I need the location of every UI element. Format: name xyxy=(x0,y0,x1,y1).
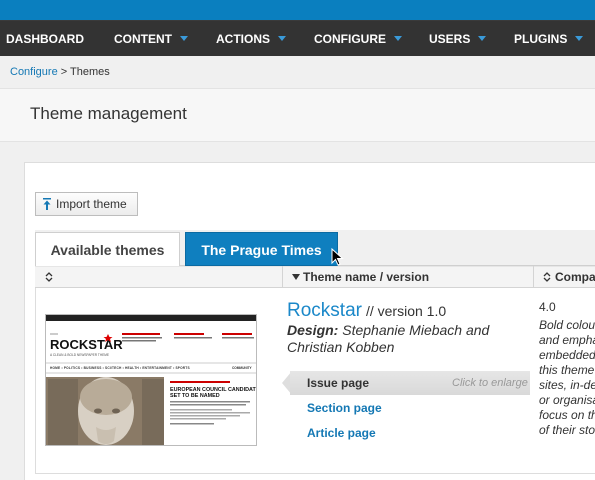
main-nav: DASHBOARD CONTENT ACTIONS CONFIGURE USER… xyxy=(0,20,595,56)
sort-icon[interactable] xyxy=(543,272,551,282)
nav-dashboard-label: DASHBOARD xyxy=(6,32,84,46)
compat-desc-line: of their sto xyxy=(539,423,595,437)
tab-the-prague-times-label: The Prague Times xyxy=(201,242,322,258)
nav-users-label: USERS xyxy=(429,32,471,46)
column-separator xyxy=(282,266,283,288)
compat-desc-line: embedded xyxy=(539,348,595,362)
nav-actions-label: ACTIONS xyxy=(216,32,270,46)
sort-icon[interactable] xyxy=(45,272,53,282)
compat-desc-line: Bold colou xyxy=(539,318,595,332)
mouse-cursor-icon xyxy=(331,248,344,266)
svg-text:COMMUNITY: COMMUNITY xyxy=(232,366,253,370)
chevron-down-icon xyxy=(394,36,402,42)
section-page-link[interactable]: Section page xyxy=(307,401,382,415)
nav-actions[interactable]: ACTIONS xyxy=(216,21,286,57)
tab-available-themes-label: Available themes xyxy=(50,242,165,258)
svg-text:SET TO BE NAMED: SET TO BE NAMED xyxy=(170,393,220,399)
theme-version: // version 1.0 xyxy=(365,303,447,319)
nav-content-label: CONTENT xyxy=(114,32,172,46)
thumbnail-masthead: ROCKSTAR xyxy=(50,337,123,352)
column-header-compatibility[interactable]: Compa xyxy=(555,266,595,288)
breadcrumb-configure-link[interactable]: Configure xyxy=(10,66,58,78)
chevron-down-icon xyxy=(575,36,584,42)
click-to-enlarge-hint: Click to enlarge xyxy=(452,377,528,389)
column-separator xyxy=(533,266,534,288)
compat-desc-line: focus on th xyxy=(539,408,595,422)
column-header-compatibility-label: Compa xyxy=(555,270,595,284)
svg-text:HOME • POLITICS • BUSINESS • S: HOME • POLITICS • BUSINESS • SCI/TECH • … xyxy=(50,366,190,370)
nav-configure-label: CONFIGURE xyxy=(314,32,386,46)
upload-icon xyxy=(43,198,51,210)
theme-preview-image: ROCKSTAR A CLEAN & BOLD NEWSPAPER THEME … xyxy=(46,315,256,445)
compatibility-description: Bold colou and empha embedded this theme… xyxy=(539,318,595,438)
table-bottom-border xyxy=(35,473,595,474)
design-label: Design: xyxy=(287,322,339,338)
nav-plugins[interactable]: PLUGINS xyxy=(514,21,584,57)
theme-thumbnail[interactable]: ROCKSTAR A CLEAN & BOLD NEWSPAPER THEME … xyxy=(45,314,257,446)
tab-available-themes[interactable]: Available themes xyxy=(35,232,180,266)
sort-desc-icon xyxy=(292,274,300,280)
nav-dashboard[interactable]: DASHBOARD xyxy=(6,21,84,57)
breadcrumb-current: Themes xyxy=(70,66,110,78)
import-theme-label: Import theme xyxy=(56,197,127,211)
top-brand-strip xyxy=(0,0,595,20)
nav-users[interactable]: USERS xyxy=(429,21,487,57)
theme-design-credit: Design: Stephanie Miebach and Christian … xyxy=(287,322,517,356)
compat-desc-line: or organisa xyxy=(539,393,595,407)
column-header-theme-name-label: Theme name / version xyxy=(303,270,430,284)
theme-name-link[interactable]: Rockstar xyxy=(287,300,362,321)
chevron-down-icon xyxy=(478,36,487,42)
thumbnail-tagline: A CLEAN & BOLD NEWSPAPER THEME xyxy=(50,353,109,357)
breadcrumb-separator: > xyxy=(57,66,71,78)
page-title: Theme management xyxy=(30,104,187,123)
import-theme-button[interactable]: Import theme xyxy=(35,192,138,216)
compat-desc-line: and empha xyxy=(539,333,595,347)
nav-configure[interactable]: CONFIGURE xyxy=(314,21,402,57)
article-page-link[interactable]: Article page xyxy=(307,426,376,440)
nav-plugins-label: PLUGINS xyxy=(514,32,568,46)
nav-content[interactable]: CONTENT xyxy=(114,21,188,57)
chevron-down-icon xyxy=(180,36,188,42)
tab-the-prague-times[interactable]: The Prague Times xyxy=(185,232,338,266)
compat-desc-line: this theme xyxy=(539,363,595,377)
compat-desc-line: sites, in-de xyxy=(539,378,595,392)
issue-page-label: Issue page xyxy=(307,376,370,390)
column-header-theme-name[interactable]: Theme name / version xyxy=(292,266,429,288)
compatibility-version: 4.0 xyxy=(539,300,556,314)
breadcrumb: Configure > Themes xyxy=(10,66,110,78)
chevron-down-icon xyxy=(278,36,286,42)
theme-title: Rockstar// version 1.0 xyxy=(287,300,446,322)
